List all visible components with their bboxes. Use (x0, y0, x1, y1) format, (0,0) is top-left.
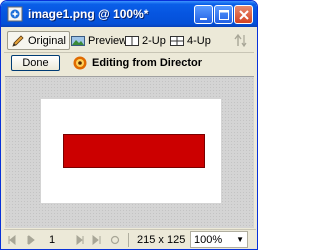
minimize-icon (200, 18, 207, 20)
tab-2-up[interactable]: 2-Up (122, 31, 169, 50)
close-button[interactable] (234, 5, 253, 24)
play-icon[interactable] (75, 235, 85, 245)
editing-status-text: Editing from Director (92, 57, 203, 69)
title-bar[interactable]: image1.png @ 100%* (1, 1, 257, 27)
red-rectangle-shape[interactable] (63, 134, 205, 168)
tab-4-up[interactable]: 4-Up (167, 31, 214, 50)
zoom-value: 100% (194, 234, 223, 246)
first-frame-icon[interactable] (7, 235, 17, 245)
maximize-icon (219, 10, 229, 20)
two-up-icon (125, 35, 139, 46)
close-icon (239, 10, 249, 20)
pencil-icon (12, 34, 24, 47)
tab-label: Original (28, 34, 66, 47)
image-editor-window: image1.png @ 100%* Original Preview 2-Up… (0, 0, 258, 250)
image-canvas[interactable] (5, 76, 254, 228)
frame-number: 1 (49, 234, 56, 246)
editing-bar: Done Editing from Director (4, 54, 254, 75)
director-icon (73, 56, 87, 70)
status-bar: 1 215 x 125 100% ▼ (4, 229, 256, 249)
export-icon[interactable] (233, 32, 251, 49)
four-up-icon (170, 35, 184, 46)
status-separator (128, 233, 129, 247)
tab-preview[interactable]: Preview (68, 31, 130, 50)
next-frame-icon[interactable] (92, 235, 102, 245)
previous-frame-icon[interactable] (26, 235, 36, 245)
image-dimensions: 215 x 125 (137, 234, 186, 246)
tab-original[interactable]: Original (7, 31, 70, 50)
window-title: image1.png @ 100%* (28, 7, 149, 21)
image-document (41, 99, 221, 203)
zoom-select[interactable]: 100% ▼ (190, 231, 248, 248)
maximize-button[interactable] (214, 5, 233, 24)
minimize-button[interactable] (194, 5, 213, 24)
preview-icon (71, 35, 85, 46)
view-tab-bar: Original Preview 2-Up 4-Up (4, 29, 254, 53)
tab-label: 2-Up (142, 34, 166, 47)
document-icon (7, 6, 23, 22)
loop-icon[interactable] (110, 235, 120, 245)
dropdown-arrow-icon: ▼ (236, 235, 244, 244)
done-button[interactable]: Done (11, 55, 60, 71)
tab-label: 4-Up (187, 34, 211, 47)
